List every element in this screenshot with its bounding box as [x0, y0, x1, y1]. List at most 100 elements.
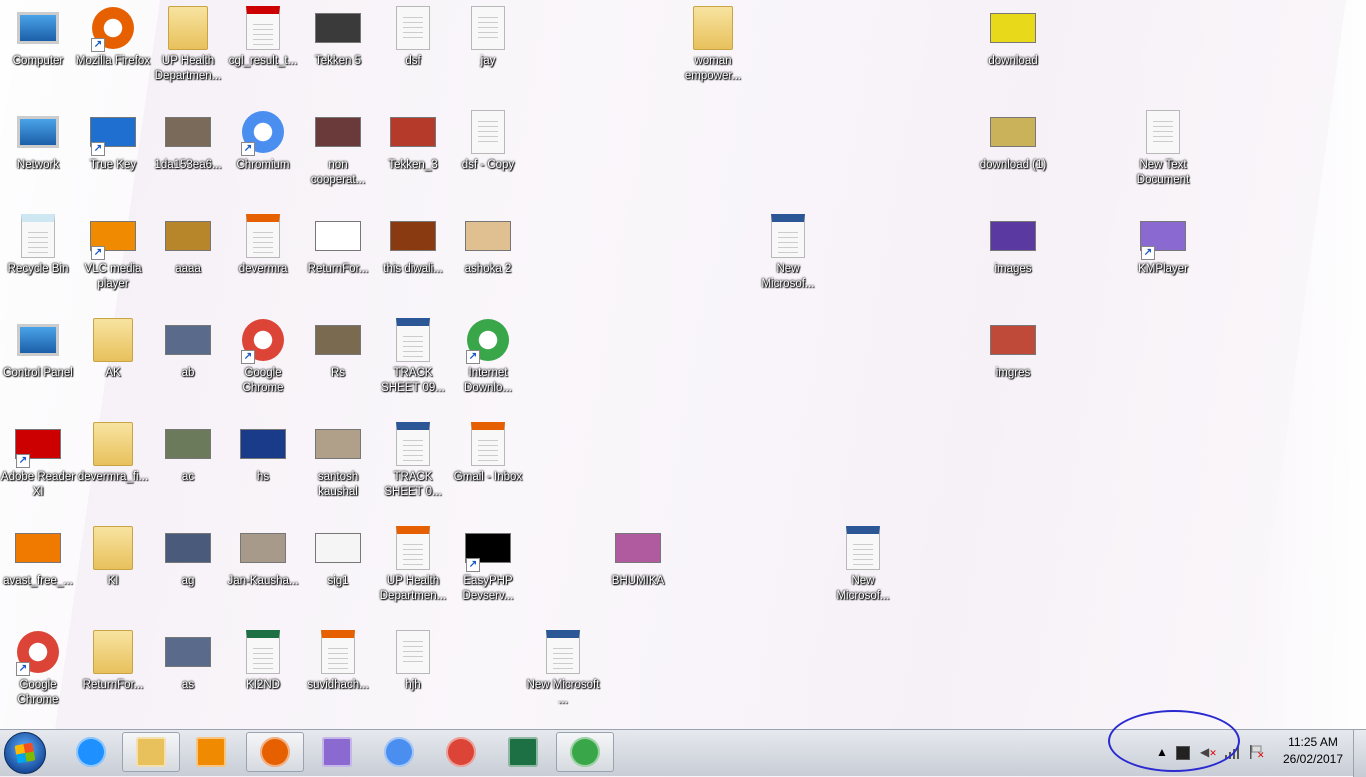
desktop-icon-label: AK [105, 367, 121, 379]
desktop-icon[interactable]: avast_free_... [0, 524, 76, 624]
desktop-icon[interactable]: ↗ Internet Downlo... [450, 316, 526, 416]
desktop-icon[interactable]: Gmail - Inbox [450, 420, 526, 520]
desktop-icon[interactable]: ↗ True Key [75, 108, 151, 208]
desktop-icon[interactable]: hs [225, 420, 301, 520]
desktop-icon[interactable]: santosh kaushal [300, 420, 376, 520]
desktop-icon[interactable]: KI2ND [225, 628, 301, 728]
folder-icon [164, 4, 212, 52]
desktop-icon[interactable]: TRACK SHEET 09... [375, 316, 451, 416]
desktop-icon-label: TRACK SHEET 09... [381, 367, 445, 394]
desktop-icon[interactable]: UP Health Departmen... [150, 4, 226, 104]
desktop-icon[interactable]: ag [150, 524, 226, 624]
desktop-icon[interactable]: Tekken 5 [300, 4, 376, 104]
desktop-icon[interactable]: dsf [375, 4, 451, 104]
shortcut-arrow-icon: ↗ [91, 246, 105, 260]
show-hidden-icons-icon[interactable]: ▲ [1154, 744, 1170, 760]
image-icon [614, 524, 662, 572]
desktop-icon[interactable]: ↗ VLC media player [75, 212, 151, 312]
desktop-icon[interactable]: ↗ Mozilla Firefox [75, 4, 151, 104]
desktop-icon[interactable]: non cooperat... [300, 108, 376, 208]
text-file-icon [464, 4, 512, 52]
desktop-icon-label: sig1 [327, 575, 349, 587]
desktop-icon[interactable]: New Microsof... [750, 212, 826, 312]
text-file-icon [389, 628, 437, 676]
chromium-icon: ↗ [239, 108, 287, 156]
desktop-icon[interactable]: AK [75, 316, 151, 416]
desktop-icon-label: Mozilla Firefox [75, 55, 151, 67]
desktop-icon[interactable]: ReturnFor... [300, 212, 376, 312]
desktop-icon[interactable]: ashoka 2 [450, 212, 526, 312]
desktop-icon[interactable]: Rs [300, 316, 376, 416]
desktop-icon[interactable]: BHUMIKA [600, 524, 676, 624]
desktop-icon[interactable]: New Microsoft ... [525, 628, 601, 728]
desktop-icon[interactable]: ReturnFor... [75, 628, 151, 728]
desktop-icon[interactable]: woman empower... [675, 4, 751, 104]
desktop-icon[interactable]: ↗ Adobe Reader XI [0, 420, 76, 520]
desktop-icon[interactable]: download [975, 4, 1051, 104]
desktop-icon[interactable]: aaaa [150, 212, 226, 312]
taskbar-button[interactable] [122, 732, 180, 772]
desktop-icon-label: Rs [330, 367, 346, 379]
taskbar-button[interactable] [62, 732, 120, 772]
desktop-icon[interactable]: KI [75, 524, 151, 624]
desktop-icon[interactable]: ab [150, 316, 226, 416]
desktop-icon[interactable]: ac [150, 420, 226, 520]
desktop-icon-label: New Microsof... [836, 575, 890, 602]
flag-alert-icon[interactable]: ✕ [1248, 744, 1265, 761]
desktop-icon[interactable]: New Text Document [1125, 108, 1201, 208]
desktop-icon[interactable]: Jan-Kausha... [225, 524, 301, 624]
taskbar-button[interactable] [308, 732, 366, 772]
desktop-icon[interactable]: dsf - Copy [450, 108, 526, 208]
desktop-icon[interactable]: ↗ KMPlayer [1125, 212, 1201, 312]
desktop-icon-label: Google Chrome [17, 679, 59, 706]
clock[interactable]: 11:25 AM 26/02/2017 [1274, 734, 1352, 768]
desktop-icon-label: images [994, 263, 1032, 275]
desktop-icon[interactable]: ↗ Google Chrome [0, 628, 76, 728]
desktop-icon[interactable]: Tekken_3 [375, 108, 451, 208]
desktop-icon[interactable]: ↗ EasyPHP Devserv... [450, 524, 526, 624]
desktop-icon[interactable]: hjh [375, 628, 451, 728]
volume-muted-icon[interactable]: ◀✕ [1200, 744, 1217, 760]
desktop-icon[interactable]: devermra [225, 212, 301, 312]
desktop-icon[interactable]: UP Health Departmen... [375, 524, 451, 624]
taskbar-button[interactable] [432, 732, 490, 772]
desktop-icon[interactable]: ↗ Chromium [225, 108, 301, 208]
taskbar-button[interactable] [246, 732, 304, 772]
idm-icon [570, 737, 600, 767]
show-desktop-button[interactable] [1353, 730, 1366, 777]
desktop-icon[interactable]: jay [450, 4, 526, 104]
desktop-icon-label: aaaa [175, 263, 201, 275]
action-center-icon[interactable] [1176, 746, 1190, 760]
image-icon [314, 420, 362, 468]
desktop-icon[interactable]: cgl_result_t... [225, 4, 301, 104]
desktop-icon[interactable]: devermra_fi... [75, 420, 151, 520]
pdf-icon [239, 4, 287, 52]
desktop-icon[interactable]: TRACK SHEET 0... [375, 420, 451, 520]
shortcut-arrow-icon: ↗ [16, 454, 30, 468]
desktop-icon[interactable]: Computer [0, 4, 76, 104]
desktop-icon[interactable]: as [150, 628, 226, 728]
taskbar-button[interactable] [182, 732, 240, 772]
desktop-icon[interactable]: imgres [975, 316, 1051, 416]
desktop-icon[interactable]: Network [0, 108, 76, 208]
desktop-icon[interactable]: Recycle Bin [0, 212, 76, 312]
taskbar-button[interactable] [494, 732, 552, 772]
image-icon [314, 316, 362, 364]
shortcut-arrow-icon: ↗ [466, 350, 480, 364]
start-button[interactable] [4, 732, 46, 774]
desktop-icon[interactable]: images [975, 212, 1051, 312]
desktop-icon[interactable]: suvidhach... [300, 628, 376, 728]
desktop-icon-label: KI2ND [246, 679, 280, 691]
taskbar-button[interactable] [370, 732, 428, 772]
desktop-icon[interactable]: 1da153ea6... [150, 108, 226, 208]
desktop-icon[interactable]: Control Panel [0, 316, 76, 416]
taskbar-button[interactable] [556, 732, 614, 772]
desktop-icon[interactable]: ↗ Google Chrome [225, 316, 301, 416]
desktop-icon[interactable]: this diwali... [375, 212, 451, 312]
desktop-icon[interactable]: download (1) [975, 108, 1051, 208]
desktop-icon-label: Chromium [236, 159, 290, 171]
desktop-icon[interactable]: New Microsof... [825, 524, 901, 624]
shortcut-arrow-icon: ↗ [241, 350, 255, 364]
desktop-icon[interactable]: sig1 [300, 524, 376, 624]
network-signal-icon[interactable] [1224, 744, 1240, 760]
